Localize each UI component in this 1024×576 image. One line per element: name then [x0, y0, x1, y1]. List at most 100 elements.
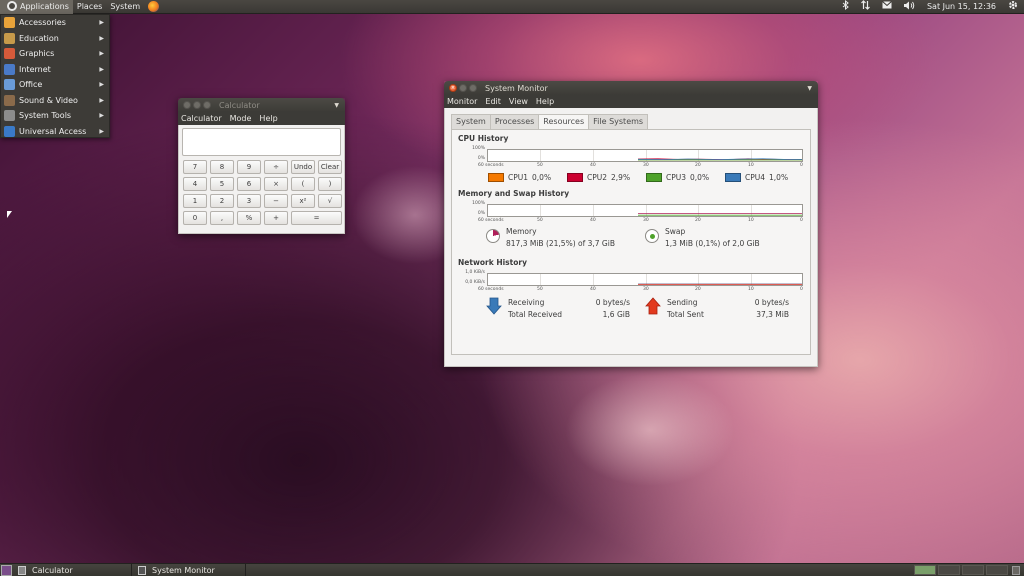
submenu-arrow-icon: ▶ — [99, 112, 104, 120]
app-menu-item[interactable]: Sound & Video ▶ — [1, 93, 109, 109]
swap-pie-icon[interactable] — [645, 229, 659, 243]
calc-key[interactable]: √ — [318, 194, 342, 208]
x-tick-label: 40 — [590, 218, 596, 223]
calc-key[interactable]: 3 — [237, 194, 261, 208]
minimize-icon[interactable] — [193, 101, 201, 109]
app-menu-item[interactable]: System Tools ▶ — [1, 108, 109, 124]
calc-key[interactable]: × — [264, 177, 288, 191]
cpu-history-title: CPU History — [458, 134, 509, 143]
y-axis-top-label: 100% — [472, 201, 485, 206]
x-tick-label: 30 — [643, 163, 649, 168]
workspace-2[interactable] — [938, 565, 960, 575]
maximize-icon[interactable] — [203, 101, 211, 109]
calc-key[interactable]: 1 — [183, 194, 207, 208]
minimize-icon[interactable] — [459, 84, 467, 92]
window-menu-icon[interactable]: ▼ — [334, 102, 339, 109]
maximize-icon[interactable] — [469, 84, 477, 92]
cpu-graph-row: 100% 0% 60 seconds 50 40 30 20 10 0 — [458, 145, 804, 169]
menu-mode[interactable]: Mode — [230, 114, 252, 123]
app-menu-item[interactable]: Universal Access ▶ — [1, 124, 109, 140]
calc-key[interactable]: % — [237, 211, 261, 225]
swap-legend-item: Swap 1,3 MiB (0,1%) of 2,0 GiB — [645, 226, 804, 252]
app-menu-item[interactable]: Internet ▶ — [1, 62, 109, 78]
close-icon[interactable] — [183, 101, 191, 109]
session-gear-icon[interactable] — [1008, 0, 1018, 13]
x-tick-label: 20 — [695, 163, 701, 168]
taskbar-calculator[interactable]: Calculator — [12, 563, 132, 576]
close-icon[interactable]: × — [449, 84, 457, 92]
system-menu[interactable]: System — [106, 0, 144, 14]
calc-key[interactable]: 9 — [237, 160, 261, 174]
menu-monitor[interactable]: Monitor — [447, 97, 477, 106]
x-tick-label: 10 — [748, 287, 754, 292]
network-history-graph — [487, 273, 803, 286]
calc-key[interactable]: 7 — [183, 160, 207, 174]
calc-key[interactable]: x² — [291, 194, 315, 208]
tab-file-systems[interactable]: File Systems — [588, 114, 649, 129]
y-axis-bottom-label: 0% — [477, 156, 485, 161]
calculator-display[interactable] — [182, 128, 341, 156]
sending-arrow-icon[interactable] — [645, 297, 661, 315]
window-menu-icon[interactable]: ▼ — [807, 85, 812, 92]
volume-icon[interactable] — [903, 1, 915, 13]
x-tick-label: 40 — [590, 163, 596, 168]
cpu-label: CPU1 — [508, 172, 529, 182]
cpu-legend: CPU1 0,0% CPU2 2,9% CPU3 0,0% CPU4 1,0% — [488, 171, 804, 183]
menu-calculator[interactable]: Calculator — [181, 114, 222, 123]
calc-key[interactable]: Clear — [318, 160, 342, 174]
calc-key[interactable]: − — [264, 194, 288, 208]
mail-icon[interactable] — [882, 1, 892, 12]
calculator-titlebar[interactable]: Calculator ▼ — [178, 98, 345, 112]
cpu-legend-item: CPU4 1,0% — [725, 172, 804, 182]
calc-key[interactable]: 8 — [210, 160, 234, 174]
trash-icon[interactable] — [1012, 565, 1020, 575]
tab-system[interactable]: System — [451, 114, 491, 129]
applications-menu[interactable]: Applications — [0, 0, 73, 14]
top-panel: Applications Places System Sat Jun 15, 1… — [0, 0, 1024, 14]
show-desktop-icon[interactable] — [1, 564, 12, 576]
receiving-arrow-icon[interactable] — [486, 297, 502, 315]
calc-key[interactable]: 2 — [210, 194, 234, 208]
menu-edit[interactable]: Edit — [485, 97, 501, 106]
calc-key[interactable]: ÷ — [264, 160, 288, 174]
calc-key[interactable]: = — [291, 211, 342, 225]
tab-resources[interactable]: Resources — [538, 114, 590, 129]
x-tick-label: 20 — [695, 218, 701, 223]
calc-key[interactable]: 5 — [210, 177, 234, 191]
firefox-launcher-icon[interactable] — [148, 1, 160, 12]
calc-key[interactable]: ) — [318, 177, 342, 191]
color-swatch[interactable] — [567, 172, 583, 182]
workspace-4[interactable] — [986, 565, 1008, 575]
network-icon[interactable] — [861, 0, 870, 13]
app-menu-item[interactable]: Graphics ▶ — [1, 46, 109, 62]
menu-help[interactable]: Help — [259, 114, 277, 123]
calculator-window: Calculator ▼ Calculator Mode Help 7 8 9 ÷ Un… — [178, 98, 345, 234]
tab-processes[interactable]: Processes — [489, 114, 540, 129]
menu-view[interactable]: View — [509, 97, 528, 106]
calc-key[interactable]: , — [210, 211, 234, 225]
calc-key[interactable]: + — [264, 211, 288, 225]
workspace-3[interactable] — [962, 565, 984, 575]
workspace-1[interactable] — [914, 565, 936, 575]
calc-key[interactable]: 6 — [237, 177, 261, 191]
clock[interactable]: Sat Jun 15, 12:36 — [927, 2, 996, 11]
places-menu[interactable]: Places — [73, 0, 106, 14]
calc-key[interactable]: 4 — [183, 177, 207, 191]
calc-key[interactable]: 0 — [183, 211, 207, 225]
bluetooth-icon[interactable] — [842, 0, 849, 13]
system-monitor-titlebar[interactable]: × System Monitor ▼ — [444, 81, 818, 95]
window-title: System Monitor — [485, 83, 548, 93]
cpu-legend-item: CPU2 2,9% — [567, 172, 646, 182]
calc-key[interactable]: ( — [291, 177, 315, 191]
color-swatch[interactable] — [725, 172, 741, 182]
app-menu-item[interactable]: Office ▶ — [1, 77, 109, 93]
app-menu-item[interactable]: Accessories ▶ — [1, 15, 109, 31]
taskbar-system-monitor[interactable]: System Monitor — [132, 563, 246, 576]
graphics-icon — [4, 48, 15, 60]
app-menu-item[interactable]: Education ▶ — [1, 31, 109, 47]
color-swatch[interactable] — [646, 172, 662, 182]
memory-pie-icon[interactable] — [486, 229, 500, 243]
calc-key[interactable]: Undo — [291, 160, 315, 174]
color-swatch[interactable] — [488, 172, 504, 182]
menu-help[interactable]: Help — [536, 97, 554, 106]
